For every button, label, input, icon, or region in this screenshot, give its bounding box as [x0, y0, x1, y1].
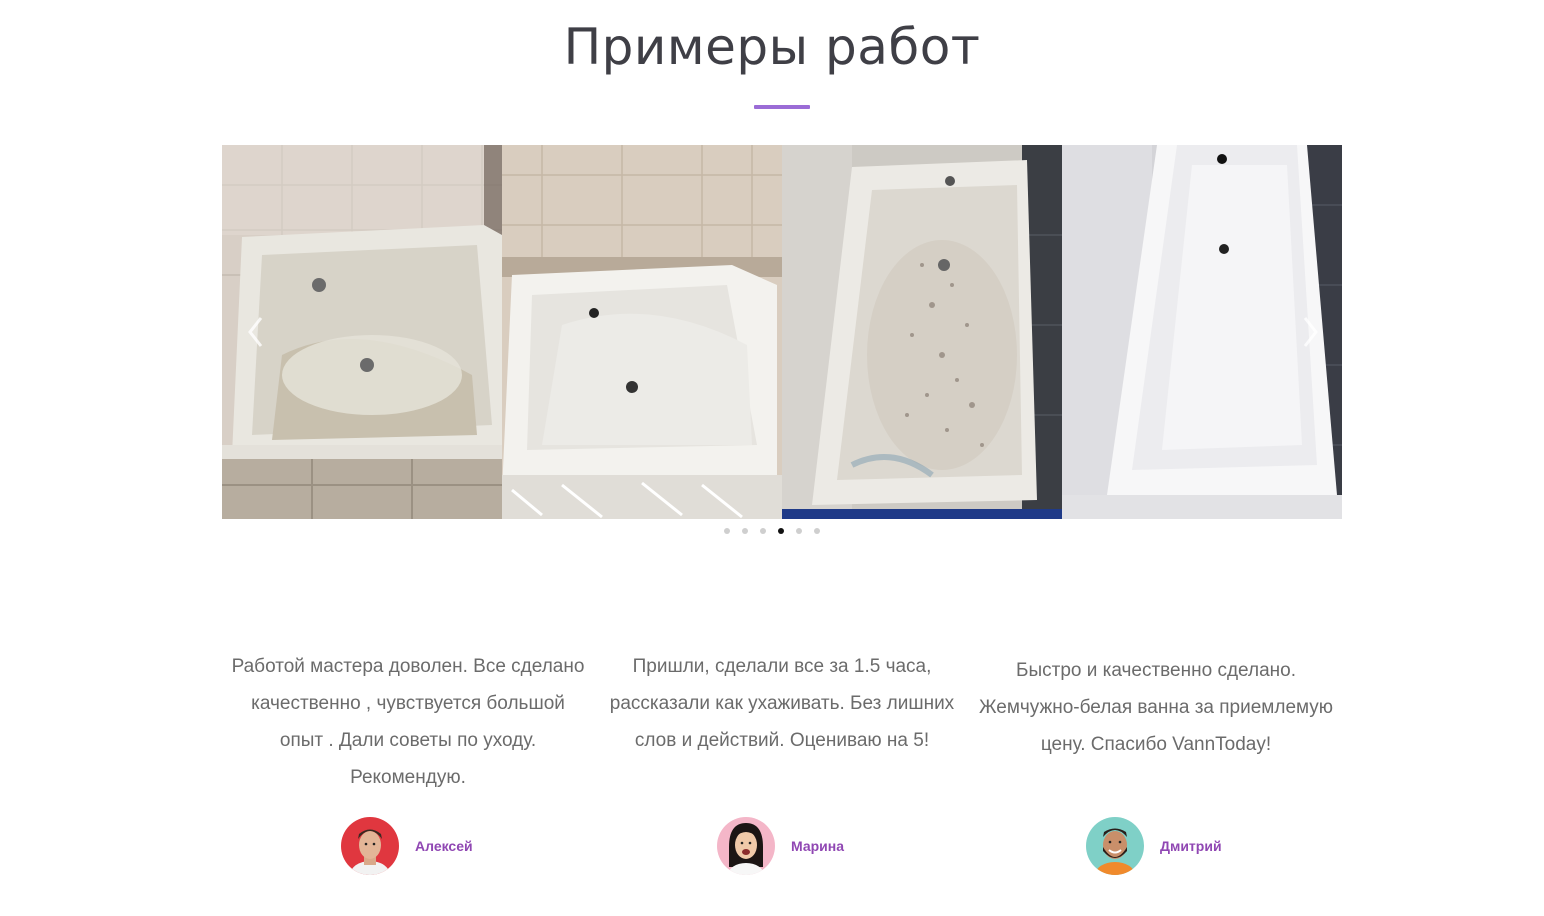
gallery-slide-3[interactable] — [782, 145, 1062, 519]
pagination-dot-6[interactable] — [814, 528, 820, 534]
avatar — [341, 817, 399, 875]
avatar — [717, 817, 775, 875]
pagination-dot-5[interactable] — [796, 528, 802, 534]
pagination-dot-2[interactable] — [742, 528, 748, 534]
review-author-3: Дмитрий — [1086, 817, 1222, 875]
author-name: Алексей — [415, 838, 473, 854]
avatar — [1086, 817, 1144, 875]
gallery-pagination — [0, 528, 1544, 534]
bathtub-before-image-2 — [782, 145, 1062, 519]
review-author-2: Марина — [717, 817, 844, 875]
chevron-left-icon — [248, 317, 263, 347]
chevron-right-icon — [1303, 317, 1318, 347]
gallery-next-button[interactable] — [1296, 312, 1326, 352]
review-text-1: Работой мастера доволен. Все сделано кач… — [231, 656, 585, 788]
pagination-dot-3[interactable] — [760, 528, 766, 534]
title-underline — [754, 105, 810, 109]
review-text-2: Пришли, сделали все за 1.5 часа, рассказ… — [609, 656, 955, 751]
works-gallery[interactable] — [222, 145, 1342, 519]
gallery-slide-2[interactable] — [502, 145, 782, 519]
author-name: Марина — [791, 838, 845, 854]
section-title: Примеры работ — [563, 18, 981, 76]
pagination-dot-1[interactable] — [724, 528, 730, 534]
pagination-dot-4-active[interactable] — [778, 528, 784, 534]
gallery-prev-button[interactable] — [240, 312, 270, 352]
review-text-3: Быстро и качественно сделано. Жемчужно-б… — [978, 660, 1334, 755]
author-name: Дмитрий — [1160, 838, 1222, 854]
review-author-1: Алексей — [341, 817, 473, 875]
bathtub-after-image — [502, 145, 782, 519]
